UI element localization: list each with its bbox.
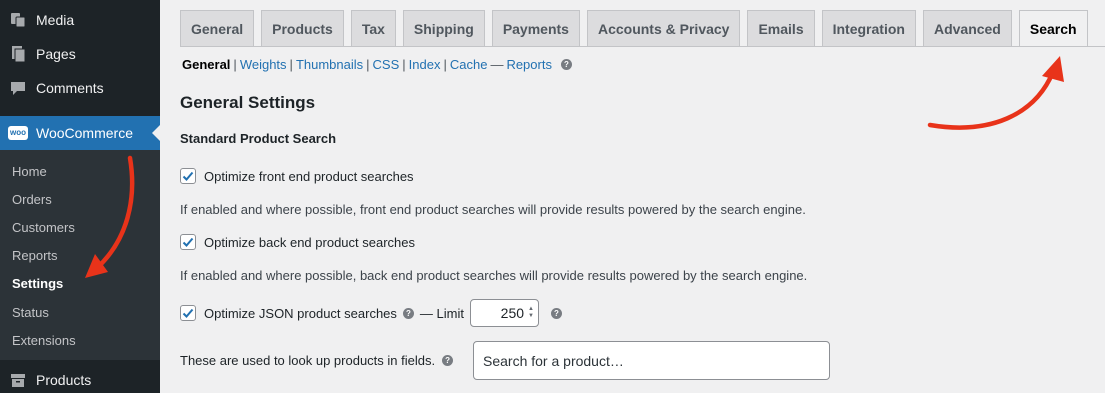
subnav-separator: |: [402, 57, 406, 72]
subnav-index[interactable]: Index: [409, 57, 441, 72]
menu-item-label: Media: [36, 12, 75, 28]
subnav-separator: |: [443, 57, 447, 72]
tab-search[interactable]: Search: [1018, 10, 1088, 47]
back-end-search-label[interactable]: Optimize back end product searches: [204, 235, 415, 250]
annotation-arrow-search-tab: [927, 56, 1064, 130]
checkmark-icon: [182, 171, 194, 181]
menu-item-label: Products: [36, 372, 92, 388]
back-end-search-description: If enabled and where possible, back end …: [180, 268, 808, 283]
woo-badge: woo: [8, 126, 28, 140]
back-end-search-checkbox[interactable]: [180, 234, 196, 250]
subnav-separator: |: [233, 57, 237, 72]
json-search-option: Optimize JSON product searches ? — Limit…: [180, 299, 562, 327]
limit-value: 250: [500, 305, 525, 321]
tab-tax[interactable]: Tax: [350, 10, 396, 46]
subnav-cache[interactable]: Cache: [450, 57, 488, 72]
product-search-input[interactable]: [473, 341, 830, 380]
tab-advanced[interactable]: Advanced: [922, 10, 1012, 46]
tab-integration[interactable]: Integration: [821, 10, 916, 46]
menu-item-comments[interactable]: Comments: [0, 71, 160, 105]
front-end-search-label[interactable]: Optimize front end product searches: [204, 169, 414, 184]
submenu-item-home[interactable]: Home: [0, 157, 160, 185]
tab-emails[interactable]: Emails: [747, 10, 815, 46]
menu-item-media[interactable]: Media: [0, 3, 160, 37]
menu-item-pages[interactable]: Pages: [0, 37, 160, 71]
page-title: General Settings: [180, 93, 316, 112]
subnav-thumbnails[interactable]: Thumbnails: [296, 57, 363, 72]
product-fields-label: These are used to look up products in fi…: [180, 353, 436, 368]
subnav-general[interactable]: General: [182, 57, 230, 72]
subnav-dash: —: [490, 57, 504, 72]
json-search-checkbox[interactable]: [180, 305, 196, 321]
number-spinner-icon[interactable]: ▲ ▼: [528, 306, 534, 320]
limit-number-input[interactable]: 250 ▲ ▼: [469, 299, 539, 327]
submenu-item-orders[interactable]: Orders: [0, 185, 160, 213]
front-end-search-description: If enabled and where possible, front end…: [180, 202, 806, 217]
menu-item-label: Comments: [36, 80, 104, 96]
back-end-search-option: Optimize back end product searches: [180, 234, 415, 250]
media-icon: [8, 10, 28, 30]
help-icon[interactable]: ?: [442, 355, 454, 366]
menu-item-woocommerce[interactable]: woo WooCommerce: [0, 116, 160, 150]
tab-products[interactable]: Products: [261, 10, 344, 46]
subsub-nav: General | Weights | Thumbnails | CSS | I…: [182, 57, 572, 72]
tab-general[interactable]: General: [180, 10, 255, 46]
submenu-item-settings[interactable]: Settings: [0, 270, 160, 298]
subnav-reports[interactable]: Reports: [506, 57, 552, 72]
limit-label: — Limit: [419, 305, 464, 321]
checkmark-icon: [182, 308, 194, 318]
settings-tabs: General Products Tax Shipping Payments A…: [180, 10, 1095, 47]
help-icon[interactable]: ?: [402, 307, 414, 319]
front-end-search-checkbox[interactable]: [180, 168, 196, 184]
help-icon[interactable]: ?: [560, 59, 572, 70]
menu-item-label: WooCommerce: [36, 125, 133, 141]
menu-item-label: Pages: [36, 46, 76, 62]
submenu-item-status[interactable]: Status: [0, 298, 160, 326]
tab-shipping[interactable]: Shipping: [402, 10, 485, 46]
json-search-label[interactable]: Optimize JSON product searches: [204, 306, 397, 321]
help-icon[interactable]: ?: [550, 307, 562, 319]
submenu-item-reports[interactable]: Reports: [0, 242, 160, 270]
section-title: Standard Product Search: [180, 131, 337, 146]
subnav-weights[interactable]: Weights: [240, 57, 287, 72]
tab-accounts-privacy[interactable]: Accounts & Privacy: [586, 10, 741, 46]
tabs-divider: [180, 46, 1105, 47]
subnav-separator: |: [289, 57, 293, 72]
product-fields-row: These are used to look up products in fi…: [180, 353, 454, 368]
woocommerce-icon: woo: [8, 123, 28, 143]
tab-payments[interactable]: Payments: [491, 10, 580, 46]
submenu-item-customers[interactable]: Customers: [0, 213, 160, 241]
front-end-search-option: Optimize front end product searches: [180, 168, 414, 184]
submenu-item-extensions[interactable]: Extensions: [0, 326, 160, 354]
menu-item-products[interactable]: Products: [0, 363, 160, 393]
admin-sidebar: Media Pages Comments woo WooCommerce Hom…: [0, 0, 160, 393]
subnav-css[interactable]: CSS: [373, 57, 400, 72]
subnav-separator: |: [366, 57, 370, 72]
pages-icon: [8, 44, 28, 64]
comments-icon: [8, 78, 28, 98]
checkmark-icon: [182, 237, 194, 247]
products-icon: [8, 370, 28, 390]
woocommerce-submenu: Home Orders Customers Reports Settings S…: [0, 150, 160, 360]
